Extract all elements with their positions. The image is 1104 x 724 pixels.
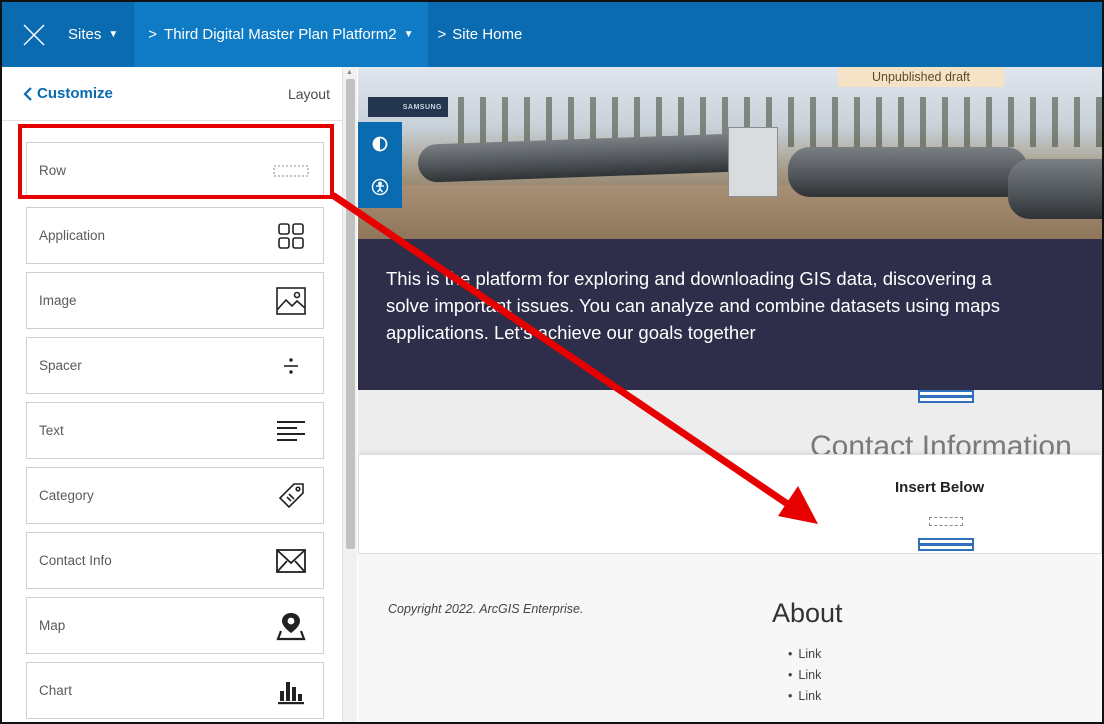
contrast-icon (372, 136, 388, 151)
caret-down-icon: ▼ (403, 29, 414, 40)
row-insert-marker-top[interactable] (918, 390, 974, 403)
site-preview: SAMSUNG Unpublished draft This is the pl… (358, 67, 1102, 722)
hero-pipe (788, 147, 1028, 197)
insert-below-label: Insert Below (895, 479, 985, 496)
scroll-up-icon[interactable]: ▲ (346, 69, 353, 76)
scrollbar-thumb[interactable] (346, 79, 355, 549)
card-contact-info[interactable]: Contact Info (26, 532, 324, 589)
preview-tools (358, 122, 402, 208)
bar-chart-icon (273, 673, 309, 709)
about-link[interactable]: Link (788, 665, 821, 686)
card-text[interactable]: Text (26, 402, 324, 459)
card-image[interactable]: Image (26, 272, 324, 329)
site-dropdown[interactable]: > Third Digital Master Plan Platform2 ▼ (134, 2, 428, 67)
sidebar-header: Customize Layout (2, 67, 342, 121)
image-icon (273, 283, 309, 319)
footer-section: Copyright 2022. ArcGIS Enterprise. About… (358, 554, 1102, 722)
intro-banner: This is the platform for exploring and d… (358, 239, 1102, 390)
row-placeholder-icon (929, 517, 963, 526)
accessibility-button[interactable] (358, 165, 402, 208)
chevron-left-icon (23, 86, 32, 101)
card-category[interactable]: Category (26, 467, 324, 524)
envelope-icon (273, 543, 309, 579)
top-bar: Sites ▼ > Third Digital Master Plan Plat… (2, 2, 1102, 67)
text-icon (273, 413, 309, 449)
card-map[interactable]: Map (26, 597, 324, 654)
card-label: Contact Info (39, 553, 112, 568)
card-label: Spacer (39, 358, 82, 373)
page-breadcrumb[interactable]: > Site Home (428, 2, 533, 67)
card-label: Chart (39, 683, 73, 698)
hero-billboard: SAMSUNG (368, 97, 448, 117)
customize-back-button[interactable]: Customize (22, 85, 113, 102)
card-spacer[interactable]: Spacer (26, 337, 324, 394)
close-icon (23, 24, 45, 45)
category-tag-icon (273, 478, 309, 514)
breadcrumb-separator: > (437, 26, 447, 43)
card-label: Application (39, 228, 106, 243)
application-grid-icon (273, 218, 309, 254)
about-title: About (772, 598, 843, 628)
card-label: Image (39, 293, 77, 308)
sites-label: Sites (68, 26, 102, 43)
close-button[interactable] (2, 2, 66, 67)
unpublished-draft-badge: Unpublished draft (838, 67, 1004, 87)
card-label: Category (39, 488, 94, 503)
accessibility-icon (371, 178, 389, 195)
hero-image: SAMSUNG Unpublished draft (358, 67, 1102, 239)
card-chart[interactable]: Chart (26, 662, 324, 719)
row-insert-marker-bottom[interactable] (918, 538, 974, 551)
contrast-button[interactable] (358, 122, 402, 165)
about-link[interactable]: Link (788, 644, 821, 665)
card-label: Map (39, 618, 66, 633)
about-links: Link Link Link (788, 644, 821, 707)
page-label: Site Home (452, 26, 523, 43)
card-application[interactable]: Application (26, 207, 324, 264)
site-label: Third Digital Master Plan Platform2 (164, 26, 397, 43)
hero-hut (728, 127, 778, 197)
spacer-icon (273, 348, 309, 384)
hero-pipe (1008, 159, 1102, 219)
card-label: Text (39, 423, 64, 438)
sidebar-scrollbar[interactable]: ▲ (342, 67, 357, 722)
annotation-highlight-box (18, 124, 334, 199)
caret-down-icon: ▼ (108, 29, 119, 40)
layout-tab[interactable]: Layout (288, 86, 330, 102)
copyright-text: Copyright 2022. ArcGIS Enterprise. (388, 602, 584, 616)
sites-dropdown[interactable]: Sites ▼ (66, 2, 134, 67)
intro-text: This is the platform for exploring and d… (386, 268, 1000, 343)
about-link[interactable]: Link (788, 686, 821, 707)
breadcrumb-separator: > (148, 26, 158, 43)
customize-label: Customize (37, 85, 113, 102)
map-pin-icon (273, 608, 309, 644)
insert-below-dropzone[interactable]: Insert Below (358, 454, 1102, 554)
